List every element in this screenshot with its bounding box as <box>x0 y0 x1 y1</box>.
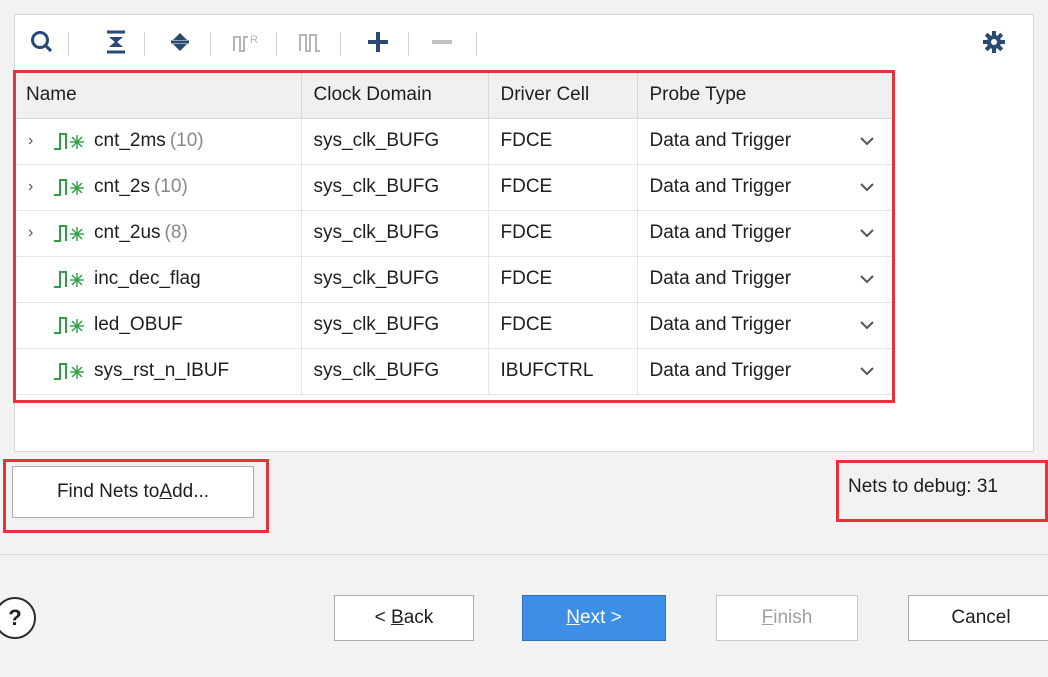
name-cell: ›inc_dec_flag <box>14 256 302 303</box>
column-header-probe-type[interactable]: Probe Type <box>637 72 892 119</box>
expand-chevron-icon[interactable]: › <box>28 132 44 150</box>
table-row[interactable]: ›sys_rst_n_IBUFsys_clk_BUFGIBUFCTRL Data … <box>14 348 892 395</box>
driver-cell: IBUFCTRL <box>488 348 638 395</box>
back-accel: B <box>391 607 404 628</box>
probe-type-value: Data and Trigger <box>649 176 792 197</box>
probe-type-value: Data and Trigger <box>649 360 792 381</box>
probe-type-cell[interactable]: Data and Trigger <box>637 348 892 395</box>
probe-type-value: Data and Trigger <box>649 268 792 289</box>
name-cell: ›sys_rst_n_IBUF <box>14 348 302 395</box>
name-cell: › cnt_2ms (10) <box>14 118 302 165</box>
column-header-name[interactable]: Name <box>14 72 302 119</box>
back-button[interactable]: < Back <box>334 595 474 641</box>
net-icon <box>54 363 84 380</box>
clock-domain-cell: sys_clk_BUFG <box>301 210 489 257</box>
find-nets-suffix: dd... <box>172 481 210 502</box>
net-name: led_OBUF <box>94 314 183 335</box>
clock-domain-cell: sys_clk_BUFG <box>301 302 489 349</box>
net-name: cnt_2ms <box>94 130 166 151</box>
expand-chevron-icon[interactable]: › <box>28 224 44 242</box>
find-nets-prefix: Find Nets to <box>56 481 160 502</box>
chevron-down-icon[interactable] <box>860 182 874 192</box>
ungroup-bus-icon <box>296 26 328 58</box>
probe-type-cell[interactable]: Data and Trigger <box>637 256 892 303</box>
net-icon <box>54 133 84 150</box>
table-row[interactable]: › cnt_2s (10) sys_clk_BUFG FDCE Data and Trig… <box>14 164 892 211</box>
name-cell: › cnt_2s (10) <box>14 164 302 211</box>
probe-type-value: Data and Trigger <box>649 130 792 151</box>
find-nets-accel: A <box>159 481 173 502</box>
net-icon <box>54 317 84 334</box>
nets-to-debug-status: Nets to debug: 31 <box>848 476 998 497</box>
group-bus-icon: R <box>230 26 262 58</box>
bit-count: (10) <box>169 130 204 151</box>
column-header-driver-cell[interactable]: Driver Cell <box>488 72 638 119</box>
clock-domain-cell: sys_clk_BUFG <box>301 256 489 303</box>
clock-domain-cell: sys_clk_BUFG <box>301 164 489 211</box>
expand-chevron-icon[interactable]: › <box>28 178 44 196</box>
name-cell: › cnt_2us (8) <box>14 210 302 257</box>
expand-all-icon[interactable] <box>164 26 196 58</box>
chevron-down-icon[interactable] <box>860 228 874 238</box>
search-icon[interactable] <box>26 26 58 58</box>
clock-domain-cell: sys_clk_BUFG <box>301 348 489 395</box>
probe-type-value: Data and Trigger <box>649 222 792 243</box>
table-row[interactable]: ›led_OBUFsys_clk_BUFGFDCE Data and Trigge… <box>14 302 892 349</box>
cancel-button[interactable]: Cancel <box>908 595 1048 641</box>
bit-count: (10) <box>153 176 188 197</box>
probe-type-cell[interactable]: Data and Trigger <box>637 210 892 257</box>
footer-divider <box>0 554 1048 555</box>
driver-cell: FDCE <box>488 164 638 211</box>
gear-icon[interactable] <box>978 26 1010 58</box>
help-button[interactable]: ? <box>0 597 36 639</box>
clock-domain-cell: sys_clk_BUFG <box>301 118 489 165</box>
probe-type-value: Data and Trigger <box>649 314 792 335</box>
chevron-down-icon[interactable] <box>860 366 874 376</box>
table-row[interactable]: ›inc_dec_flagsys_clk_BUFGFDCE Data and Tr… <box>14 256 892 303</box>
column-header-clock-domain[interactable]: Clock Domain <box>301 72 489 119</box>
net-name: inc_dec_flag <box>94 268 201 289</box>
remove-icon <box>426 26 458 58</box>
driver-cell: FDCE <box>488 302 638 349</box>
driver-cell: FDCE <box>488 118 638 165</box>
bit-count: (8) <box>164 222 188 243</box>
back-prefix: < <box>374 607 392 628</box>
net-icon <box>54 179 84 196</box>
table-row[interactable]: › cnt_2ms (10) sys_clk_BUFG FDCE Data and Tri… <box>14 118 892 165</box>
next-suffix: ext > <box>580 607 622 628</box>
collapse-all-icon[interactable] <box>100 26 132 58</box>
probe-type-cell[interactable]: Data and Trigger <box>637 164 892 211</box>
finish-button: Finish <box>716 595 858 641</box>
probe-type-cell[interactable]: Data and Trigger <box>637 302 892 349</box>
chevron-down-icon[interactable] <box>860 320 874 330</box>
name-cell: ›led_OBUF <box>14 302 302 349</box>
net-icon <box>54 225 84 242</box>
find-nets-button[interactable]: Find Nets to Add... <box>12 466 254 518</box>
svg-text:R: R <box>250 34 258 46</box>
net-name: sys_rst_n_IBUF <box>94 360 230 381</box>
finish-accel: F <box>761 607 774 628</box>
next-accel: N <box>566 607 580 628</box>
driver-cell: FDCE <box>488 210 638 257</box>
table-row[interactable]: › cnt_2us (8) sys_clk_BUFG FDCE Data and Trig… <box>14 210 892 257</box>
back-suffix: ack <box>403 607 434 628</box>
toolbar: R <box>14 14 1032 70</box>
net-name: cnt_2s <box>94 176 150 197</box>
probe-type-cell[interactable]: Data and Trigger <box>637 118 892 165</box>
nets-table: Name Clock Domain Driver Cell Probe Type… <box>14 72 892 398</box>
add-icon[interactable] <box>362 26 394 58</box>
finish-suffix: inish <box>773 607 813 628</box>
chevron-down-icon[interactable] <box>860 136 874 146</box>
net-name: cnt_2us <box>94 222 161 243</box>
driver-cell: FDCE <box>488 256 638 303</box>
net-icon <box>54 271 84 288</box>
next-button[interactable]: Next > <box>522 595 666 641</box>
chevron-down-icon[interactable] <box>860 274 874 284</box>
